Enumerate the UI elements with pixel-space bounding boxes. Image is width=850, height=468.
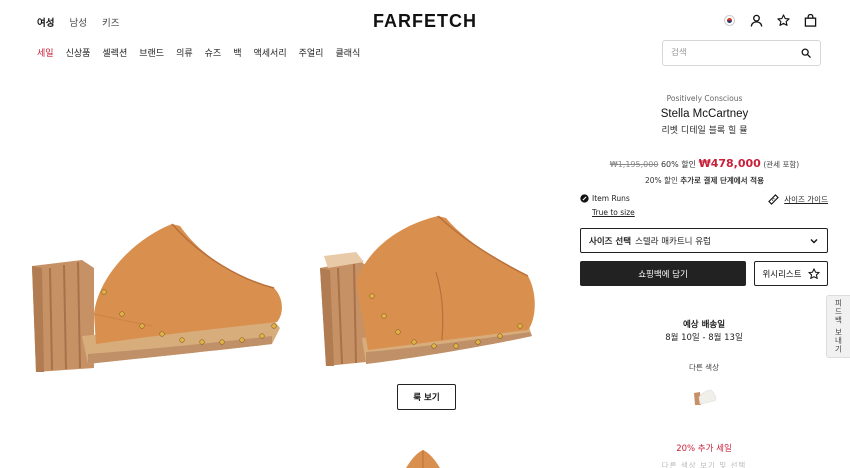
item-runs: Item Runs True to size [580,194,635,217]
promo-prefix: 20% 할인 [645,176,678,185]
shipping-title: 예상 배송일 [682,320,726,330]
ruler-icon [768,194,780,205]
sale-price: ₩478,000 [698,157,761,170]
product-name: 리벳 디테일 블록 힐 뮬 [661,126,748,136]
star-icon[interactable] [776,13,791,28]
size-guide-link[interactable]: 사이즈 가이드 [768,194,828,205]
search-input[interactable] [671,48,800,58]
category-nav: 세일 신상품 셀렉션 브랜드 의류 슈즈 백 액세서리 주얼리 클래식 [37,46,360,59]
true-to-size-link[interactable]: True to size [592,208,635,217]
category-clothing[interactable]: 의류 [176,46,193,59]
size-select[interactable]: 사이즈 선택 스텔라 매카트니 유럽 [580,228,828,253]
discount-label: 60% 할인 [660,160,697,169]
other-colors-label: 다른 색상 [689,363,719,372]
product-info-panel: Positively Conscious Stella McCartney 리벳… [572,90,837,468]
category-shoes[interactable]: 슈즈 [205,46,222,59]
size-system: 스텔라 매카트니 유럽 [635,236,711,247]
category-accessories[interactable]: 액세서리 [254,46,287,59]
wishlist-label: 위시리스트 [762,269,802,280]
promo-line: 20% 할인 추가로 결제 단계에서 적용 [572,175,837,186]
category-classics[interactable]: 클래식 [335,46,360,59]
ruler-info-icon [580,194,589,203]
category-selection[interactable]: 셀렉션 [102,46,127,59]
chevron-down-icon [810,238,818,243]
product-image-side[interactable] [22,218,284,378]
star-icon [807,267,820,279]
faded-text: 다른 색상 보기 및 선택 [661,461,747,468]
product-image-angle[interactable] [316,212,536,372]
item-runs-label: Item Runs [592,194,630,203]
shipping-dates: 8월 10일 - 8월 13일 [665,333,743,343]
feedback-label: 피드백 보내기 [834,299,843,354]
product-image-top[interactable] [398,448,448,468]
category-sale[interactable]: 세일 [37,46,54,59]
gender-nav: 여성 남성 키즈 [37,15,119,29]
shopping-bag-icon[interactable] [803,13,818,28]
feedback-tab[interactable]: 피드백 보내기 [826,295,850,358]
wishlist-button[interactable]: 위시리스트 [754,261,828,286]
brand-name[interactable]: Stella McCartney [572,108,837,120]
original-price: ₩1,195,000 [609,160,659,169]
category-brands[interactable]: 브랜드 [139,46,164,59]
search-icon[interactable] [800,47,812,59]
size-guide-label: 사이즈 가이드 [784,195,828,204]
search-box [662,40,821,66]
category-new-in[interactable]: 신상품 [66,46,91,59]
korea-flag-icon[interactable] [722,13,737,28]
nav-men[interactable]: 남성 [69,15,86,29]
header-icons [722,13,818,28]
nav-kids[interactable]: 키즈 [102,15,119,29]
size-select-label: 사이즈 선택 [589,236,632,247]
add-to-bag-button[interactable]: 쇼핑백에 담기 [580,261,746,286]
promo-detail: 추가로 결제 단계에서 적용 [680,176,764,185]
color-swatch-white[interactable] [690,387,718,407]
nav-women[interactable]: 여성 [37,15,54,29]
positively-conscious-tag[interactable]: Positively Conscious [572,94,837,103]
price-row: ₩1,195,000 60% 할인 ₩478,000 (관세 포함) [572,157,837,170]
extra-sale-label[interactable]: 20% 추가 세일 [580,442,828,454]
tax-note: (관세 포함) [763,160,800,169]
category-bags[interactable]: 백 [233,46,241,59]
category-jewelry[interactable]: 주얼리 [299,46,324,59]
view-look-button[interactable]: 룩 보기 [397,384,456,410]
account-icon[interactable] [749,13,764,28]
